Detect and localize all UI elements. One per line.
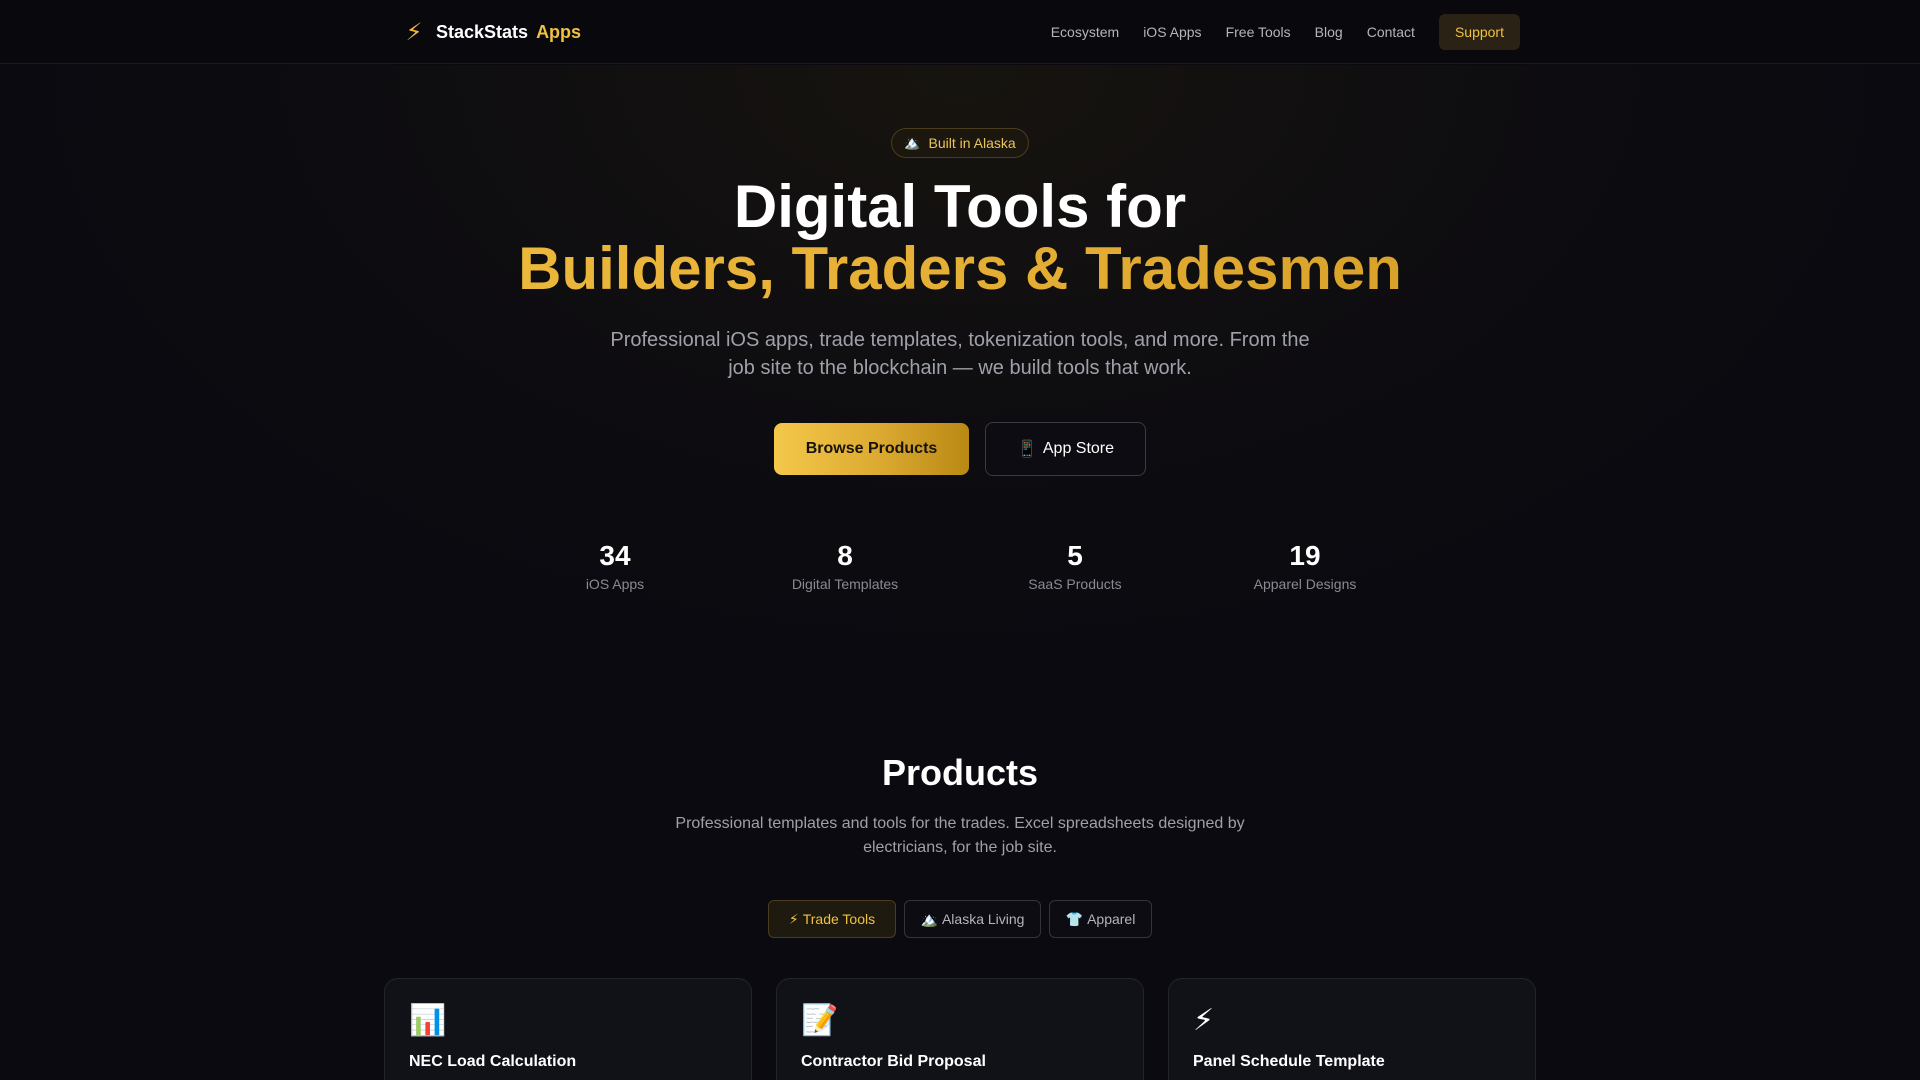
top-navbar: ⚡ StackStats Apps Ecosystem iOS Apps Fre… [0,0,1920,64]
support-button[interactable]: Support [1438,14,1520,50]
product-card-title: NEC Load Calculation [409,1053,577,1070]
filter-trade-tools[interactable]: ⚡ Trade Tools [768,900,896,938]
brand-accent: Apps [536,21,582,42]
products-subtitle: Professional templates and tools for the… [675,815,1245,856]
product-card-panel-schedule-template[interactable]: ⚡ Panel Schedule Template [1168,978,1536,1080]
navbar-inner: ⚡ StackStats Apps Ecosystem iOS Apps Fre… [400,0,1520,64]
nav-link-blog[interactable]: Blog [1315,24,1343,40]
bar-chart-icon: 📊 [409,1004,447,1037]
brand-logo[interactable]: ⚡ StackStats Apps [400,18,582,47]
browse-products-button[interactable]: Browse Products [774,423,969,475]
lightning-bolt-icon: ⚡ [1193,1004,1215,1037]
product-card-title: Contractor Bid Proposal [801,1053,986,1070]
stat-label: Digital Templates [791,576,899,592]
app-store-label: App Store [1042,440,1115,457]
filter-label: Trade Tools [802,911,876,927]
nav-link-ecosystem[interactable]: Ecosystem [1051,24,1119,40]
lightning-bolt-icon: ⚡ [788,910,799,927]
memo-icon: 📝 [801,1004,839,1037]
built-in-alaska-badge: 🏔️ Built in Alaska [891,128,1029,158]
stat-saas-products: 5 SaaS Products [975,538,1175,592]
stat-label: Apparel Designs [1253,576,1357,592]
mountain-icon: 🏔️ [920,910,938,927]
stats-row: 34 iOS Apps 8 Digital Templates 5 SaaS P… [0,538,1920,598]
stat-ios-apps: 34 iOS Apps [515,538,715,592]
brand-name: StackStats [436,21,529,42]
hero-subtitle: Professional iOS apps, trade templates, … [610,329,1310,379]
stat-value: 5 [1067,540,1083,571]
t-shirt-icon: 👕 [1065,910,1084,927]
product-card-nec-load-calculation[interactable]: 📊 NEC Load Calculation [384,978,752,1080]
product-filter-tabs: ⚡ Trade Tools 🏔️ Alaska Living 👕 Apparel [0,900,1920,938]
stat-label: iOS Apps [585,576,645,592]
product-card-contractor-bid-proposal[interactable]: 📝 Contractor Bid Proposal [776,978,1144,1080]
hero-title: Digital Tools for Builders, Traders & Tr… [0,176,1920,300]
lightning-bolt-icon: ⚡ [405,18,423,46]
stat-label: SaaS Products [1028,576,1122,592]
nav-links: Ecosystem iOS Apps Free Tools Blog Conta… [1027,14,1520,50]
stat-apparel-designs: 19 Apparel Designs [1205,538,1405,592]
stat-value: 19 [1289,540,1321,571]
filter-label: Alaska Living [941,911,1025,927]
filter-apparel[interactable]: 👕 Apparel [1049,900,1152,938]
nav-link-ios-apps[interactable]: iOS Apps [1143,24,1201,40]
mobile-phone-icon: 📱 [1016,441,1037,458]
stat-value: 34 [599,540,631,571]
products-heading: Products [881,752,1039,793]
filter-label: Apparel [1087,911,1136,927]
filter-alaska-living[interactable]: 🏔️ Alaska Living [904,900,1041,938]
hero-title-line2: Builders, Traders & Tradesmen [0,238,1920,300]
badge-label: Built in Alaska [928,135,1016,151]
nav-link-contact[interactable]: Contact [1367,24,1415,40]
mountain-icon: 🏔️ [904,135,921,150]
app-store-button[interactable]: 📱 App Store [985,422,1146,476]
product-card-title: Panel Schedule Template [1193,1053,1385,1070]
hero-title-line1: Digital Tools for [733,173,1187,240]
stat-value: 8 [837,540,853,571]
stat-digital-templates: 8 Digital Templates [745,538,945,592]
nav-link-free-tools[interactable]: Free Tools [1226,24,1291,40]
